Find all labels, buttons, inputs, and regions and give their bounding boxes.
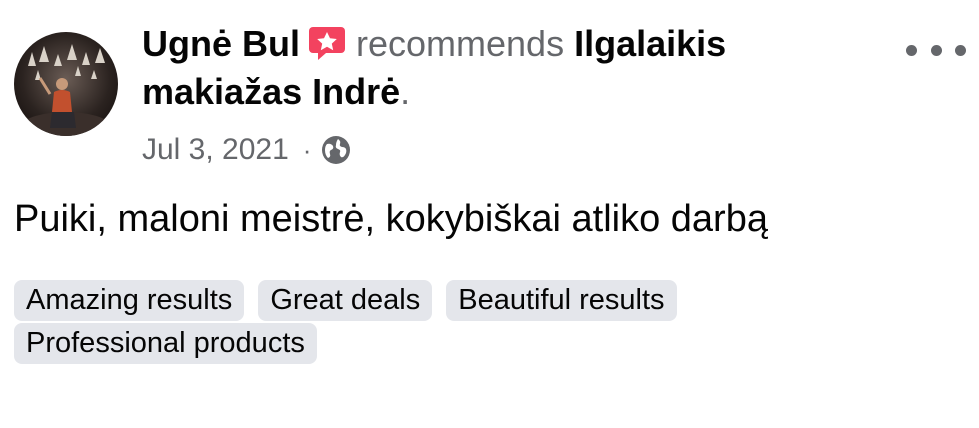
tag-beautiful-results[interactable]: Beautiful results [446,280,677,321]
more-dot [955,44,966,56]
post-header: Ugnė Bul recommends Ilgalaikis makiažas … [142,20,882,116]
post-meta: Jul 3, 2021 · [142,128,351,172]
globe-icon[interactable] [321,135,351,165]
more-dot [906,44,917,56]
more-dot [930,44,942,56]
more-options-icon[interactable] [906,32,966,68]
header-period: . [400,71,411,112]
meta-separator: · [302,134,312,165]
review-post: Ugnė Bul recommends Ilgalaikis makiažas … [0,0,979,428]
recommends-text: recommends [356,23,565,64]
post-date[interactable]: Jul 3, 2021 [142,133,289,167]
tag-amazing-results[interactable]: Amazing results [14,280,245,321]
review-text: Puiki, maloni meistrė, kokybiškai atliko… [14,198,768,240]
review-tags: Amazing results Great deals Beautiful re… [14,280,964,364]
recommendation-star-icon [309,27,345,60]
tag-professional-products[interactable]: Professional products [14,323,317,364]
avatar[interactable] [14,32,118,136]
avatar-photo [14,32,118,136]
author-name[interactable]: Ugnė Bul [142,23,300,64]
tag-great-deals[interactable]: Great deals [258,280,433,321]
